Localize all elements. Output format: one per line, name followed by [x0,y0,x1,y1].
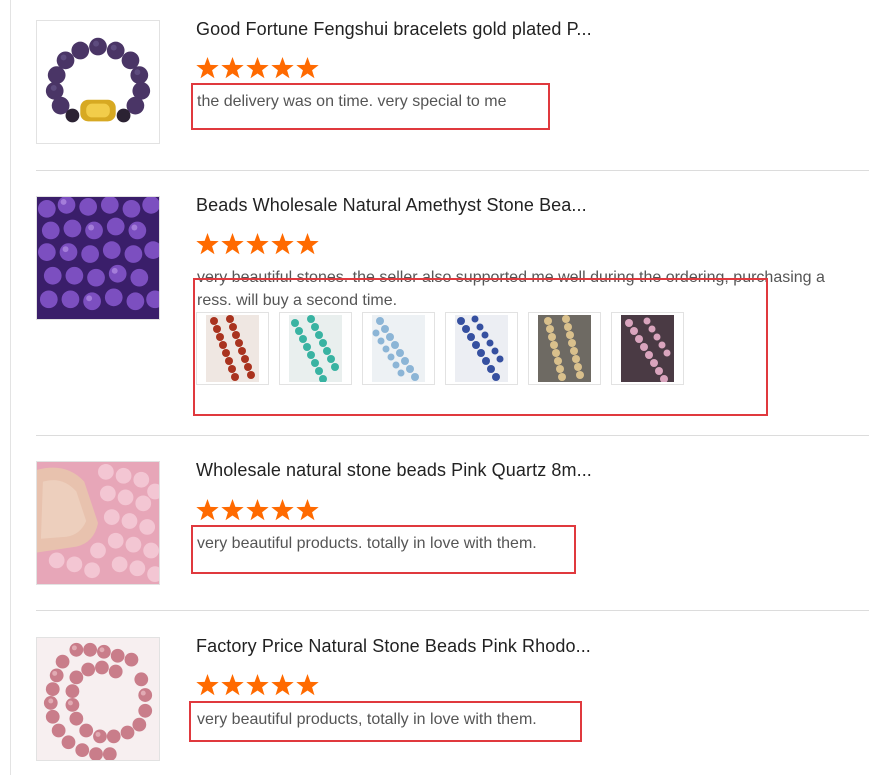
amethyst-bracelet-image [37,21,159,143]
review-item: Wholesale natural stone beads Pink Quart… [36,436,869,610]
amethyst-beads-image [37,197,159,319]
review-item: Beads Wholesale Natural Amethyst Stone B… [36,171,869,435]
star-icon [221,499,244,521]
star-icon [196,57,219,79]
star-rating [196,57,319,79]
review-item: Good Fortune Fengshui bracelets gold pla… [36,0,869,170]
star-icon [296,499,319,521]
star-icon [271,57,294,79]
pink-quartz-beads-image [37,462,159,584]
star-icon [296,674,319,696]
star-icon [196,233,219,255]
product-title[interactable]: Good Fortune Fengshui bracelets gold pla… [196,19,592,40]
star-rating [196,674,319,696]
star-icon [271,674,294,696]
star-rating [196,499,319,521]
product-thumbnail[interactable] [36,20,160,144]
star-icon [271,499,294,521]
star-icon [221,674,244,696]
star-icon [296,57,319,79]
highlight-box [191,525,576,574]
star-icon [246,233,269,255]
review-item: Factory Price Natural Stone Beads Pink R… [36,611,869,775]
star-icon [246,57,269,79]
product-title[interactable]: Factory Price Natural Stone Beads Pink R… [196,636,591,657]
product-title[interactable]: Beads Wholesale Natural Amethyst Stone B… [196,195,587,216]
pink-rhodonite-beads-image [37,638,159,760]
highlight-box [189,701,582,742]
star-icon [196,499,219,521]
star-icon [246,499,269,521]
star-icon [246,674,269,696]
product-thumbnail[interactable] [36,196,160,320]
highlight-box [193,278,768,416]
star-icon [221,233,244,255]
page-left-border [10,0,11,775]
product-thumbnail[interactable] [36,461,160,585]
product-thumbnail[interactable] [36,637,160,761]
star-rating [196,233,319,255]
star-icon [221,57,244,79]
highlight-box [191,83,550,130]
star-icon [196,674,219,696]
star-icon [271,233,294,255]
star-icon [296,233,319,255]
product-title[interactable]: Wholesale natural stone beads Pink Quart… [196,460,592,481]
